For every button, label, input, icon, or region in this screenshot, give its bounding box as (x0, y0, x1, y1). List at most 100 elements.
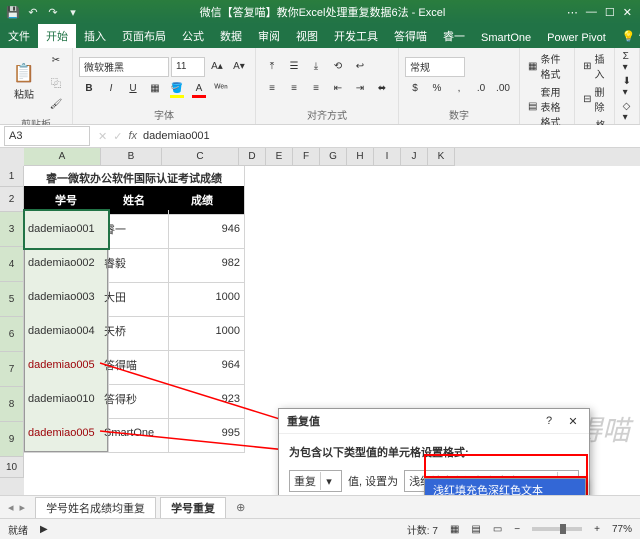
cell-score[interactable]: 995 (160, 414, 245, 453)
row-header-1[interactable]: 1 (0, 166, 24, 187)
font-color-button[interactable]: A (189, 79, 209, 99)
redo-icon[interactable]: ↷ (46, 5, 60, 19)
zoom-slider[interactable] (532, 527, 582, 531)
italic-button[interactable]: I (101, 79, 121, 99)
tab-addin1[interactable]: 答得喵 (386, 24, 435, 48)
row-header-4[interactable]: 4 (0, 247, 24, 282)
fill-icon[interactable]: ⬇ ▾ (621, 75, 633, 99)
sheet-next-icon[interactable]: ▸ (20, 501, 26, 514)
close-icon[interactable]: ✕ (623, 6, 632, 19)
maximize-icon[interactable]: ☐ (605, 6, 615, 19)
row-header-2[interactable]: 2 (0, 187, 24, 212)
select-all-corner[interactable] (0, 148, 25, 167)
merge-icon[interactable]: ⬌ (372, 79, 392, 99)
delete-cells-button[interactable]: ⊟删除 (581, 83, 607, 115)
formula-value[interactable]: dademiao001 (143, 130, 636, 142)
percent-icon[interactable]: % (427, 79, 447, 99)
row-header-6[interactable]: 6 (0, 317, 24, 352)
paste-button[interactable]: 📋 粘贴 (6, 56, 42, 108)
align-center-icon[interactable]: ≡ (284, 79, 304, 99)
table-format-button[interactable]: ▤套用表格格式 (526, 83, 568, 130)
minimize-icon[interactable]: — (586, 6, 597, 19)
name-box[interactable]: A3 (4, 126, 90, 146)
tab-developer[interactable]: 开发工具 (326, 24, 386, 48)
conditional-format-button[interactable]: ▦条件格式 (526, 50, 568, 82)
tab-tellme[interactable]: 💡 告诉我 (614, 24, 640, 48)
row-header-5[interactable]: 5 (0, 282, 24, 317)
column-header-K[interactable]: K (428, 148, 455, 166)
sheet-tab-1[interactable]: 学号姓名成绩均重复 (35, 497, 156, 518)
inc-decimal-icon[interactable]: .0 (471, 79, 491, 99)
row-header-7[interactable]: 7 (0, 352, 24, 387)
tab-formulas[interactable]: 公式 (174, 24, 212, 48)
column-header-C[interactable]: C (162, 148, 239, 166)
clear-icon[interactable]: ◇ ▾ (621, 100, 633, 124)
qat-more-icon[interactable]: ▾ (66, 5, 80, 19)
copy-icon[interactable]: ⿻ (46, 72, 66, 92)
column-header-F[interactable]: F (293, 148, 320, 166)
align-middle-icon[interactable]: ☰ (284, 57, 304, 77)
format-painter-icon[interactable]: 🖌 (46, 94, 66, 114)
column-header-I[interactable]: I (374, 148, 401, 166)
phonetic-icon[interactable]: ᵂᵉⁿ (211, 79, 231, 99)
ribbon-options-icon[interactable]: ⋯ (567, 6, 578, 19)
grow-font-icon[interactable]: A▴ (207, 57, 227, 77)
indent-dec-icon[interactable]: ⇤ (328, 79, 348, 99)
zoom-level[interactable]: 77% (612, 524, 632, 535)
underline-button[interactable]: U (123, 79, 143, 99)
view-layout-icon[interactable]: ▤ (471, 524, 480, 535)
accounting-icon[interactable]: $ (405, 79, 425, 99)
column-header-B[interactable]: B (101, 148, 162, 166)
dialog-close-icon[interactable]: ✕ (565, 415, 581, 428)
tab-view[interactable]: 视图 (288, 24, 326, 48)
column-header-G[interactable]: G (320, 148, 347, 166)
enter-formula-icon[interactable]: ✓ (113, 130, 122, 143)
row-header-3[interactable]: 3 (0, 212, 24, 247)
font-size-combo[interactable]: 11 (171, 57, 205, 77)
tab-powerpivot[interactable]: Power Pivot (539, 28, 614, 48)
align-top-icon[interactable]: ⤒ (262, 57, 282, 77)
row-header-8[interactable]: 8 (0, 387, 24, 422)
cut-icon[interactable]: ✂ (46, 50, 66, 70)
font-name-combo[interactable]: 微软雅黑 (79, 57, 169, 77)
view-normal-icon[interactable]: ▦ (450, 524, 459, 535)
indent-inc-icon[interactable]: ⇥ (350, 79, 370, 99)
cancel-formula-icon[interactable]: ✕ (98, 130, 107, 143)
zoom-out-icon[interactable]: − (514, 524, 520, 535)
wrap-text-icon[interactable]: ↩ (350, 57, 370, 77)
align-left-icon[interactable]: ≡ (262, 79, 282, 99)
dec-decimal-icon[interactable]: .00 (493, 79, 513, 99)
sheet-tab-2[interactable]: 学号重复 (160, 497, 226, 518)
fill-color-button[interactable]: 🪣 (167, 79, 187, 99)
align-bottom-icon[interactable]: ⤓ (306, 57, 326, 77)
comma-icon[interactable]: , (449, 79, 469, 99)
shrink-font-icon[interactable]: A▾ (229, 57, 249, 77)
zoom-in-icon[interactable]: + (594, 524, 600, 535)
column-header-J[interactable]: J (401, 148, 428, 166)
row-header-9[interactable]: 9 (0, 422, 24, 457)
fx-icon[interactable]: fx (128, 130, 137, 142)
tab-layout[interactable]: 页面布局 (114, 24, 174, 48)
tab-addin3[interactable]: SmartOne (473, 28, 539, 48)
column-header-E[interactable]: E (266, 148, 293, 166)
sheet-prev-icon[interactable]: ◂ (8, 501, 14, 514)
cell-name[interactable]: SmartOne (100, 414, 169, 453)
bold-button[interactable]: B (79, 79, 99, 99)
border-button[interactable]: ▦ (145, 79, 165, 99)
undo-icon[interactable]: ↶ (26, 5, 40, 19)
tab-home[interactable]: 开始 (38, 24, 76, 48)
align-right-icon[interactable]: ≡ (306, 79, 326, 99)
dialog-help-icon[interactable]: ? (541, 415, 557, 427)
tab-review[interactable]: 审阅 (250, 24, 288, 48)
macro-record-icon[interactable]: ▶ (40, 524, 48, 535)
tab-addin2[interactable]: 睿一 (435, 24, 473, 48)
column-header-H[interactable]: H (347, 148, 374, 166)
column-header-A[interactable]: A (24, 148, 101, 166)
column-header-D[interactable]: D (239, 148, 266, 166)
number-format-combo[interactable]: 常规 (405, 57, 465, 77)
insert-cells-button[interactable]: ⊞插入 (581, 50, 607, 82)
tab-file[interactable]: 文件 (0, 24, 38, 48)
new-sheet-icon[interactable]: ⊕ (230, 501, 251, 514)
cell-id[interactable]: dademiao001 (24, 210, 109, 249)
tab-insert[interactable]: 插入 (76, 24, 114, 48)
